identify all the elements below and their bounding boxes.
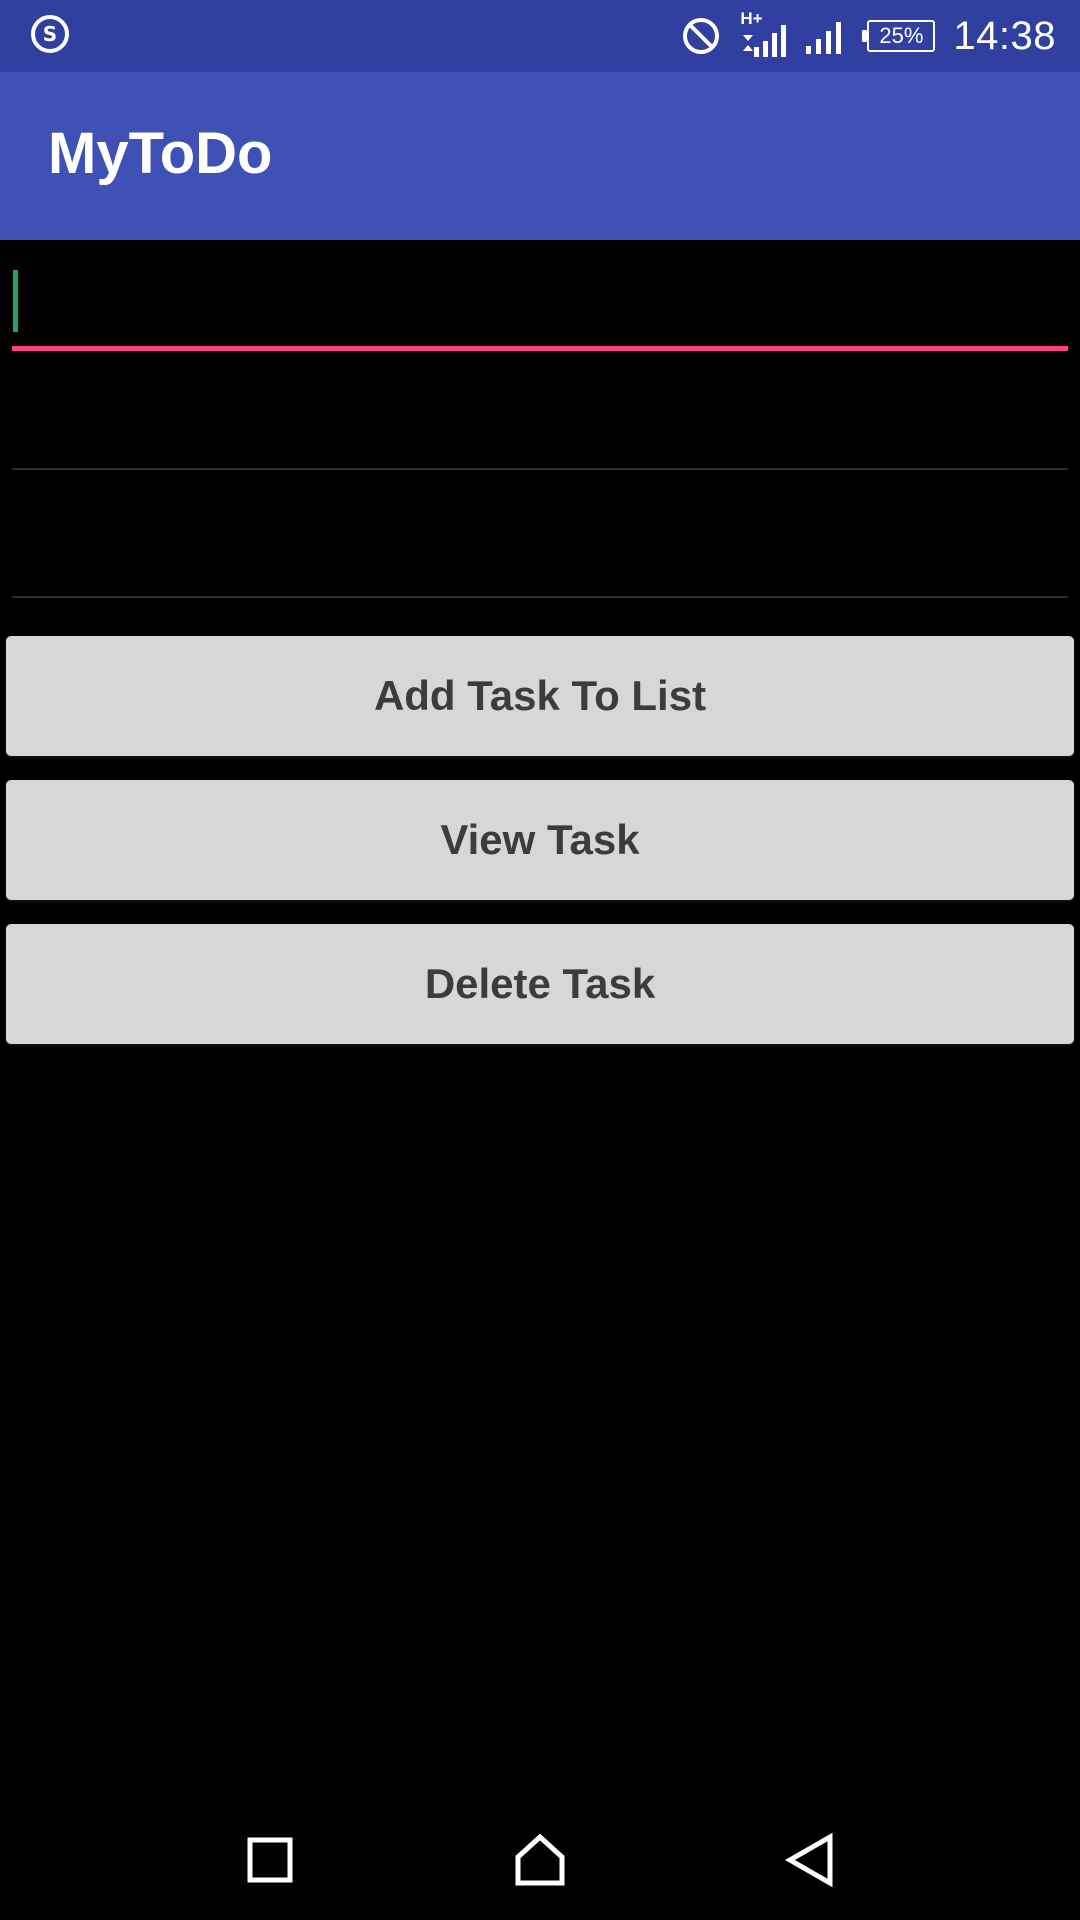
navigation-bar (0, 1800, 1080, 1920)
mobile-data-h-plus-icon: H+ (740, 9, 787, 59)
status-icons: H+ 25% 14:38 (680, 0, 1056, 72)
cell-signal-icon (806, 22, 842, 54)
do-not-disturb-icon (683, 18, 720, 54)
app-indicator-letter: S (42, 22, 58, 46)
recent-apps-button[interactable] (220, 1820, 320, 1900)
text-cursor (13, 270, 18, 332)
delete-task-button[interactable]: Delete Task (6, 924, 1074, 1044)
back-button[interactable] (760, 1820, 860, 1900)
status-bar: S H+ 25% 14:38 (0, 0, 1080, 72)
app-title: MyToDo (48, 121, 273, 186)
battery-icon: 25% (862, 20, 936, 52)
task-input-2[interactable] (12, 388, 1068, 468)
task-input-1[interactable] (12, 262, 1068, 346)
app-bar: MyToDo (0, 72, 1080, 240)
s-app-icon: S (31, 15, 69, 53)
task-input-field-focused[interactable] (12, 262, 1068, 351)
battery-level: 25% (867, 20, 936, 52)
task-input-field-2[interactable] (12, 388, 1068, 470)
recent-apps-icon (247, 1837, 293, 1883)
home-button[interactable] (490, 1820, 590, 1900)
task-input-3[interactable] (12, 516, 1068, 596)
screen: S H+ 25% 14:38 MyToDo Add Task To List V… (0, 0, 1080, 1920)
home-icon (515, 1833, 565, 1886)
view-task-button[interactable]: View Task (6, 780, 1074, 900)
clock: 14:38 (953, 13, 1056, 58)
back-icon (784, 1833, 833, 1887)
task-input-field-3[interactable] (12, 516, 1068, 598)
add-task-button[interactable]: Add Task To List (6, 636, 1074, 756)
